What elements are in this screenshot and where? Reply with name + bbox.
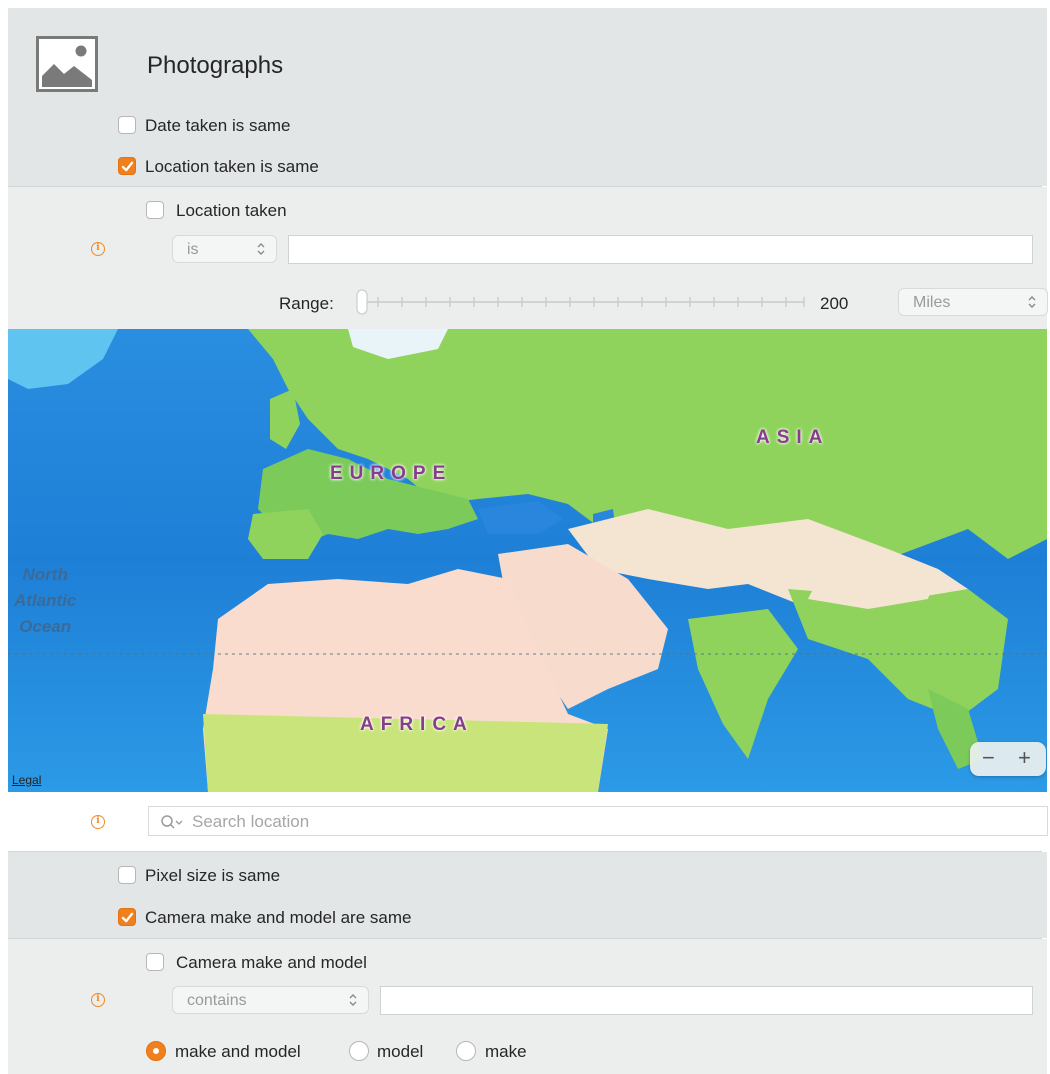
map-label-europe: EUROPE — [330, 463, 453, 484]
pixel-size-same-label: Pixel size is same — [145, 866, 281, 885]
pixel-size-same-checkbox[interactable] — [118, 866, 136, 884]
camera-value-field[interactable] — [380, 986, 1033, 1015]
match-make-and-model-label: make and model — [175, 1042, 301, 1061]
range-slider-thumb — [356, 289, 368, 315]
match-model-label: model — [377, 1042, 424, 1061]
camera-operator-value: contains — [187, 992, 247, 1009]
camera-operator-select[interactable]: contains — [172, 986, 369, 1014]
ocean-label-text: North Atlantic Ocean — [14, 565, 77, 636]
chevron-updown-icon — [1028, 296, 1036, 308]
camera-make-model-label: Camera make and model — [176, 953, 367, 972]
match-make-label: make — [485, 1042, 527, 1061]
camera-info-icon[interactable]: i — [91, 993, 105, 1007]
date-taken-same-checkbox[interactable] — [118, 116, 136, 134]
location-info-icon[interactable]: i — [91, 242, 105, 256]
chevron-updown-icon — [349, 994, 357, 1006]
range-unit-value: Miles — [913, 294, 951, 311]
location-taken-label: Location taken — [176, 201, 287, 220]
location-taken-same-label: Location taken is same — [145, 157, 319, 176]
map-label-ocean: North Atlantic Ocean — [14, 562, 76, 640]
search-placeholder: Search location — [192, 812, 310, 831]
location-map[interactable]: EUROPE ASIA AFRICA North Atlantic Ocean … — [8, 329, 1047, 792]
zoom-in-button[interactable]: + — [1018, 745, 1031, 771]
search-info-icon[interactable]: i — [91, 815, 105, 829]
location-search-field[interactable]: Search location — [148, 806, 1048, 836]
range-label: Range: — [279, 294, 334, 313]
search-icon — [161, 815, 183, 829]
map-zoom-control: − + — [970, 742, 1046, 776]
match-make-and-model-radio[interactable] — [146, 1041, 166, 1061]
location-operator-select[interactable]: is — [172, 235, 277, 263]
camera-same-checkbox[interactable] — [118, 908, 136, 926]
world-map-image — [8, 329, 1047, 792]
camera-make-model-checkbox[interactable] — [146, 953, 164, 971]
photo-icon — [36, 36, 98, 97]
range-slider[interactable] — [352, 288, 809, 316]
location-taken-checkbox[interactable] — [146, 201, 164, 219]
range-unit-select[interactable]: Miles — [898, 288, 1048, 316]
location-operator-value: is — [187, 241, 199, 258]
location-taken-same-checkbox[interactable] — [118, 157, 136, 175]
date-taken-same-label: Date taken is same — [145, 116, 291, 135]
section-title: Photographs — [147, 52, 284, 79]
zoom-out-button[interactable]: − — [982, 745, 995, 771]
camera-same-label: Camera make and model are same — [145, 908, 412, 927]
range-value: 200 — [820, 294, 849, 313]
chevron-updown-icon — [257, 243, 265, 255]
map-label-africa: AFRICA — [360, 714, 474, 735]
map-label-asia: ASIA — [756, 427, 830, 448]
checkmark-icon — [121, 161, 134, 172]
location-value-field[interactable] — [288, 235, 1033, 264]
map-legal-link[interactable]: Legal — [12, 773, 41, 787]
match-make-radio[interactable] — [456, 1041, 476, 1061]
match-model-radio[interactable] — [349, 1041, 369, 1061]
checkmark-icon — [121, 912, 134, 923]
